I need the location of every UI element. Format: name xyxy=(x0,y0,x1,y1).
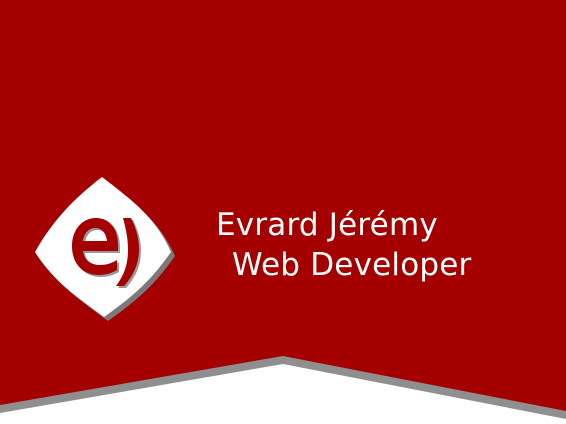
ej-logo-icon xyxy=(35,177,175,321)
page: Evrard Jérémy Web Developer xyxy=(0,0,566,424)
developer-role: Web Developer xyxy=(232,247,472,283)
logo-letter-e xyxy=(72,218,118,275)
developer-name: Evrard Jérémy xyxy=(216,207,438,243)
